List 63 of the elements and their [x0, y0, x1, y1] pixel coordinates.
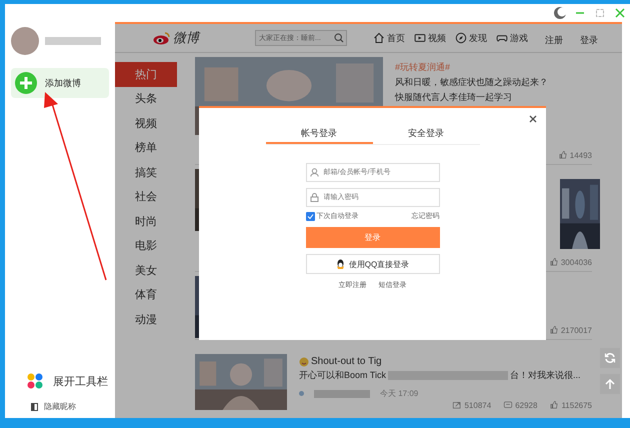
- close-icon: [528, 114, 538, 124]
- hide-nickname-toggle[interactable]: 隐藏昵称: [31, 401, 109, 412]
- qq-login-button[interactable]: 使用QQ直接登录: [306, 254, 440, 274]
- category-tab[interactable]: 体育: [115, 282, 177, 307]
- maximize-icon[interactable]: [594, 7, 606, 19]
- dots-icon: [27, 373, 43, 389]
- up-arrow-icon: [604, 378, 616, 390]
- home-icon: [373, 32, 385, 44]
- back-to-top-button[interactable]: [600, 374, 620, 394]
- close-button[interactable]: [528, 114, 538, 124]
- category-tab[interactable]: 社会: [115, 184, 177, 209]
- category-tab[interactable]: 美女: [115, 258, 177, 282]
- thumbs-up-icon: [548, 325, 559, 335]
- blurred-name: [314, 390, 370, 398]
- refresh-button[interactable]: [600, 348, 620, 368]
- close-icon[interactable]: [614, 7, 626, 19]
- category-tab[interactable]: 时尚: [115, 209, 177, 234]
- refresh-icon: [604, 352, 616, 364]
- post-text: 风和日暖，敏感症状也随之躁动起来？: [395, 76, 548, 89]
- nav-link[interactable]: 首页: [373, 32, 405, 44]
- video-icon: [414, 32, 426, 44]
- toolbar-toggle[interactable]: 展开工具栏: [27, 373, 109, 389]
- category-tab[interactable]: 搞笑: [115, 160, 177, 184]
- penguin-icon: [336, 259, 345, 269]
- category-tab[interactable]: 热门: [115, 62, 177, 86]
- category-tab[interactable]: 动漫: [115, 307, 177, 332]
- post-text: 快服随代言人李佳琦一起学习: [395, 91, 513, 104]
- blurred-name: [45, 37, 101, 45]
- login-tab[interactable]: 帐号登录: [266, 124, 372, 144]
- category-tab[interactable]: 电影: [115, 234, 177, 258]
- nav-link[interactable]: 发现: [455, 32, 487, 44]
- category-tab[interactable]: 头条: [115, 86, 177, 111]
- category-tab[interactable]: 视频: [115, 111, 177, 136]
- post-text: 台！对我来说很...: [510, 369, 581, 382]
- logo-icon: [153, 31, 171, 45]
- nav-link[interactable]: 注册: [545, 30, 563, 46]
- lock-icon: [310, 193, 318, 202]
- status-dot: [299, 391, 304, 396]
- thumbs-up-icon: [548, 257, 559, 267]
- avatar[interactable]: [11, 27, 39, 55]
- nav-link[interactable]: 游戏: [496, 32, 528, 44]
- post-text: 开心可以和Boom Tick: [299, 369, 386, 382]
- nav-link[interactable]: 视频: [414, 32, 446, 44]
- login-tab[interactable]: 安全登录: [372, 124, 480, 144]
- panel-icon: [31, 402, 38, 410]
- share-icon: [452, 400, 462, 410]
- checkbox[interactable]: [306, 212, 314, 220]
- search-icon[interactable]: [334, 33, 344, 43]
- nav-link[interactable]: 登录: [580, 30, 598, 46]
- emoji-icon: [299, 356, 309, 366]
- plus-icon: [15, 72, 37, 94]
- moon-icon[interactable]: [554, 7, 566, 19]
- post-time: 今天 17:09: [380, 388, 418, 399]
- category-tab[interactable]: 榜单: [115, 136, 177, 160]
- thumbs-up-icon: [549, 400, 560, 410]
- comment-icon: [503, 400, 514, 410]
- check-icon: [306, 212, 314, 220]
- thumbs-up-icon: [558, 150, 568, 160]
- compass-icon: [455, 32, 467, 44]
- user-icon: [310, 168, 318, 177]
- add-account-button[interactable]: 添加微博: [11, 68, 109, 98]
- post-title: Shout-out to Tig: [311, 356, 382, 367]
- logo-text: 微博: [173, 29, 199, 47]
